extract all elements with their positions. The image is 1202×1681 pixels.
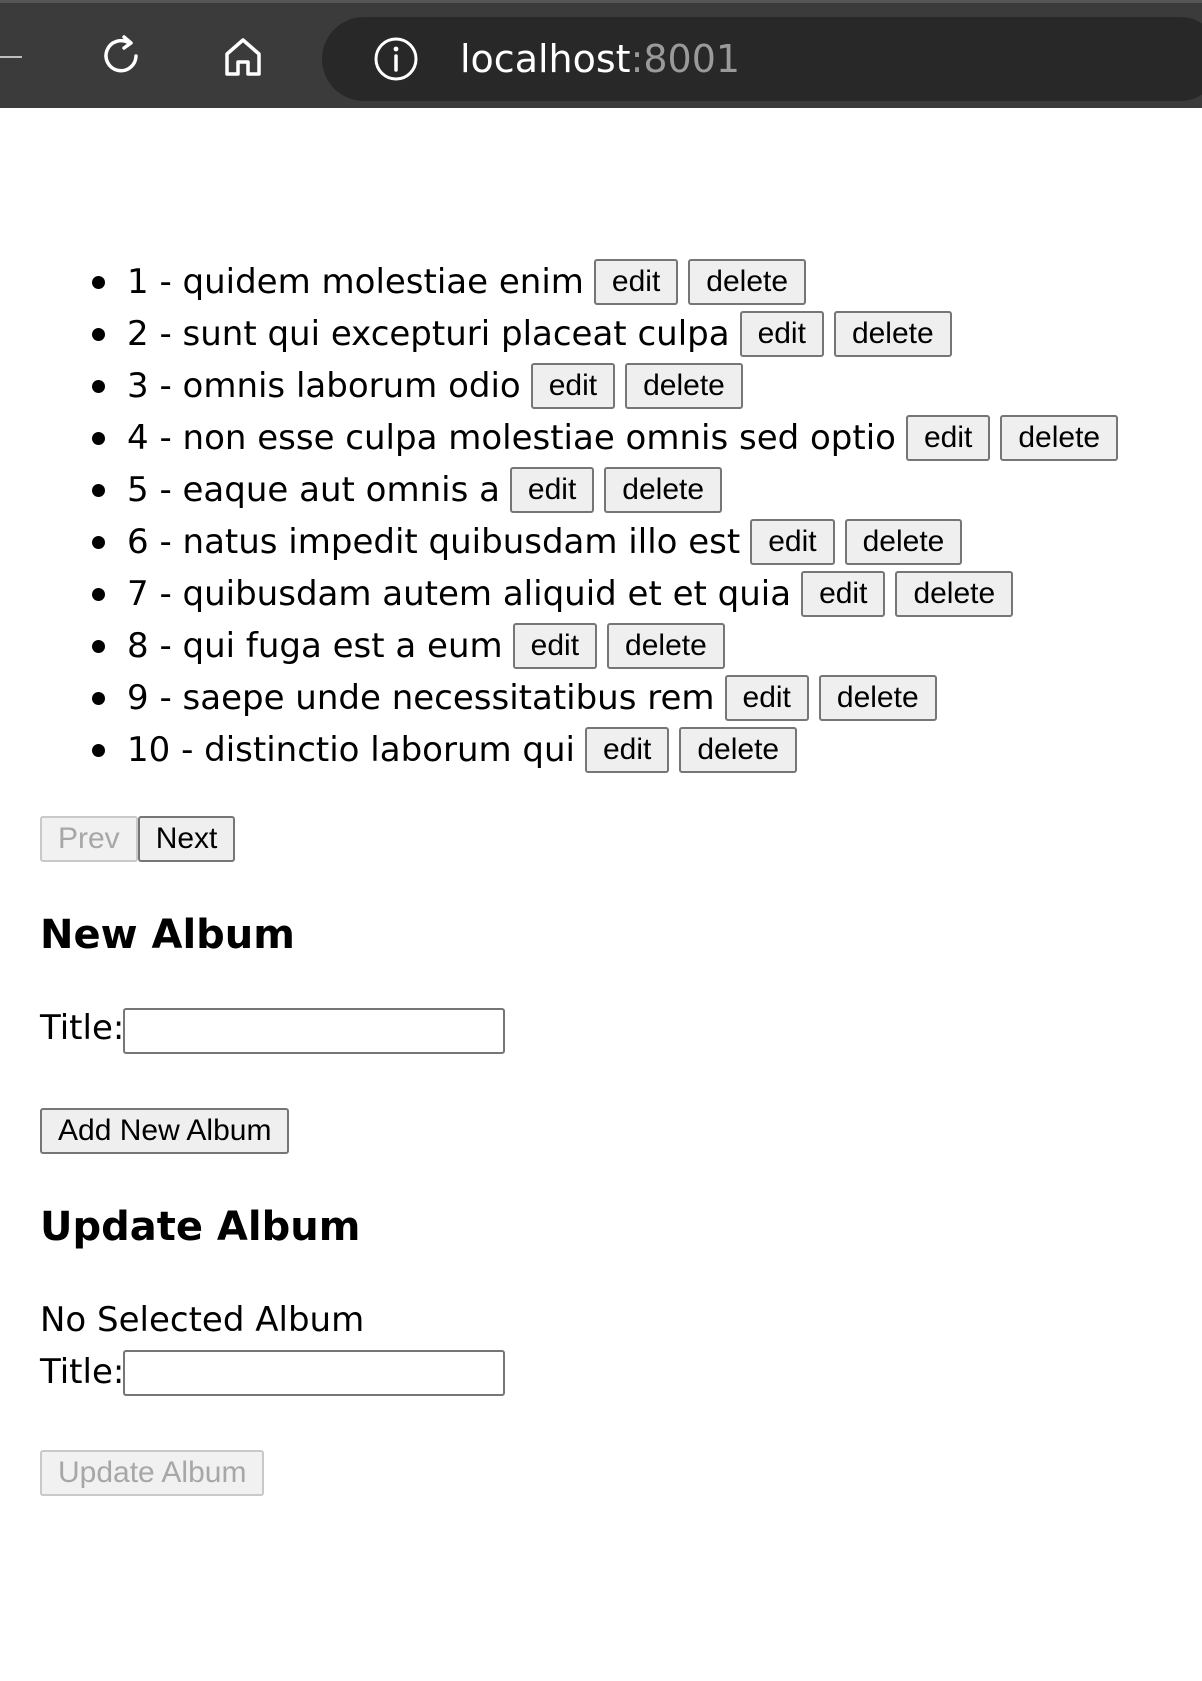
album-label: 6 - natus impedit quibusdam illo est	[127, 522, 741, 562]
delete-button[interactable]: delete	[607, 623, 725, 669]
album-label: 2 - sunt qui excepturi placeat culpa	[127, 314, 730, 354]
list-item: 5 - eaque aut omnis a edit delete	[92, 464, 1128, 516]
edit-button[interactable]: edit	[585, 727, 670, 773]
delete-button[interactable]: delete	[895, 571, 1014, 617]
url-host: localhost	[460, 37, 631, 81]
update-album-button[interactable]: Update Album	[40, 1450, 265, 1496]
home-icon[interactable]	[216, 29, 270, 83]
edit-button[interactable]: edit	[509, 467, 595, 513]
album-label: 8 - qui fuga est a eum	[127, 626, 503, 666]
selected-album-status: No Selected Album	[40, 1300, 365, 1340]
url-port: :8001	[630, 37, 741, 81]
album-label: 3 - omnis laborum odio	[127, 366, 521, 406]
list-item: 8 - qui fuga est a eum edit delete	[92, 620, 1128, 672]
album-label: 4 - non esse culpa molestiae omnis sed o…	[127, 418, 896, 458]
reload-icon[interactable]	[94, 29, 148, 83]
edit-button[interactable]: edit	[801, 571, 886, 617]
bullet-icon	[92, 431, 105, 445]
album-label: 10 - distinctio laborum qui	[127, 730, 575, 770]
album-label: 1 - quidem molestiae enim	[127, 262, 584, 302]
new-album-heading: New Album	[40, 912, 295, 958]
album-label: 9 - saepe unde necessitatibus rem	[127, 678, 715, 718]
bullet-icon	[92, 483, 105, 497]
browser-toolbar: localhost:8001	[0, 0, 1202, 108]
info-icon[interactable]	[372, 35, 420, 83]
address-bar[interactable]	[322, 17, 1202, 101]
bullet-icon	[92, 639, 105, 653]
album-list: 1 - quidem molestiae enim edit delete 2 …	[92, 256, 1128, 776]
bullet-icon	[92, 691, 105, 705]
bullet-icon	[92, 587, 105, 601]
list-item: 7 - quibusdam autem aliquid et et quia e…	[92, 568, 1128, 620]
album-label: 7 - quibusdam autem aliquid et et quia	[127, 574, 792, 614]
edit-button[interactable]: edit	[593, 259, 679, 305]
url-text[interactable]: localhost:8001	[460, 33, 740, 85]
delete-button[interactable]: delete	[833, 311, 952, 357]
new-album-title-label: Title:	[40, 1008, 125, 1048]
prev-button[interactable]: Prev	[40, 816, 138, 862]
delete-button[interactable]: delete	[625, 363, 743, 409]
pagination: Prev Next	[40, 816, 236, 862]
bullet-icon	[92, 379, 105, 393]
add-album-button[interactable]: Add New Album	[40, 1108, 290, 1154]
delete-button[interactable]: delete	[818, 675, 937, 721]
list-item: 1 - quidem molestiae enim edit delete	[92, 256, 1128, 308]
list-item: 6 - natus impedit quibusdam illo est edi…	[92, 516, 1128, 568]
delete-button[interactable]: delete	[844, 519, 963, 565]
list-item: 10 - distinctio laborum qui edit delete	[92, 724, 1128, 776]
bullet-icon	[92, 743, 105, 757]
album-label: 5 - eaque aut omnis a	[127, 470, 500, 510]
delete-button[interactable]: delete	[1000, 415, 1119, 461]
delete-button[interactable]: delete	[604, 467, 723, 513]
list-item: 4 - non esse culpa molestiae omnis sed o…	[92, 412, 1128, 464]
list-item: 9 - saepe unde necessitatibus rem edit d…	[92, 672, 1128, 724]
edit-button[interactable]: edit	[512, 623, 598, 669]
edit-button[interactable]: edit	[905, 415, 991, 461]
delete-button[interactable]: delete	[688, 259, 807, 305]
bullet-icon	[92, 535, 105, 549]
list-item: 2 - sunt qui excepturi placeat culpa edi…	[92, 308, 1128, 360]
next-button[interactable]: Next	[137, 816, 236, 862]
edit-button[interactable]: edit	[739, 311, 824, 357]
edit-button[interactable]: edit	[530, 363, 616, 409]
list-item: 3 - omnis laborum odio edit delete	[92, 360, 1128, 412]
update-album-heading: Update Album	[40, 1204, 361, 1250]
tab-strip-edge	[0, 56, 22, 58]
edit-button[interactable]: edit	[750, 519, 835, 565]
new-album-title-input[interactable]	[123, 1008, 505, 1054]
bullet-icon	[92, 275, 105, 289]
edit-button[interactable]: edit	[724, 675, 809, 721]
delete-button[interactable]: delete	[679, 727, 798, 773]
update-album-title-label: Title:	[40, 1352, 125, 1392]
bullet-icon	[92, 327, 105, 341]
update-album-title-input[interactable]	[123, 1350, 505, 1396]
